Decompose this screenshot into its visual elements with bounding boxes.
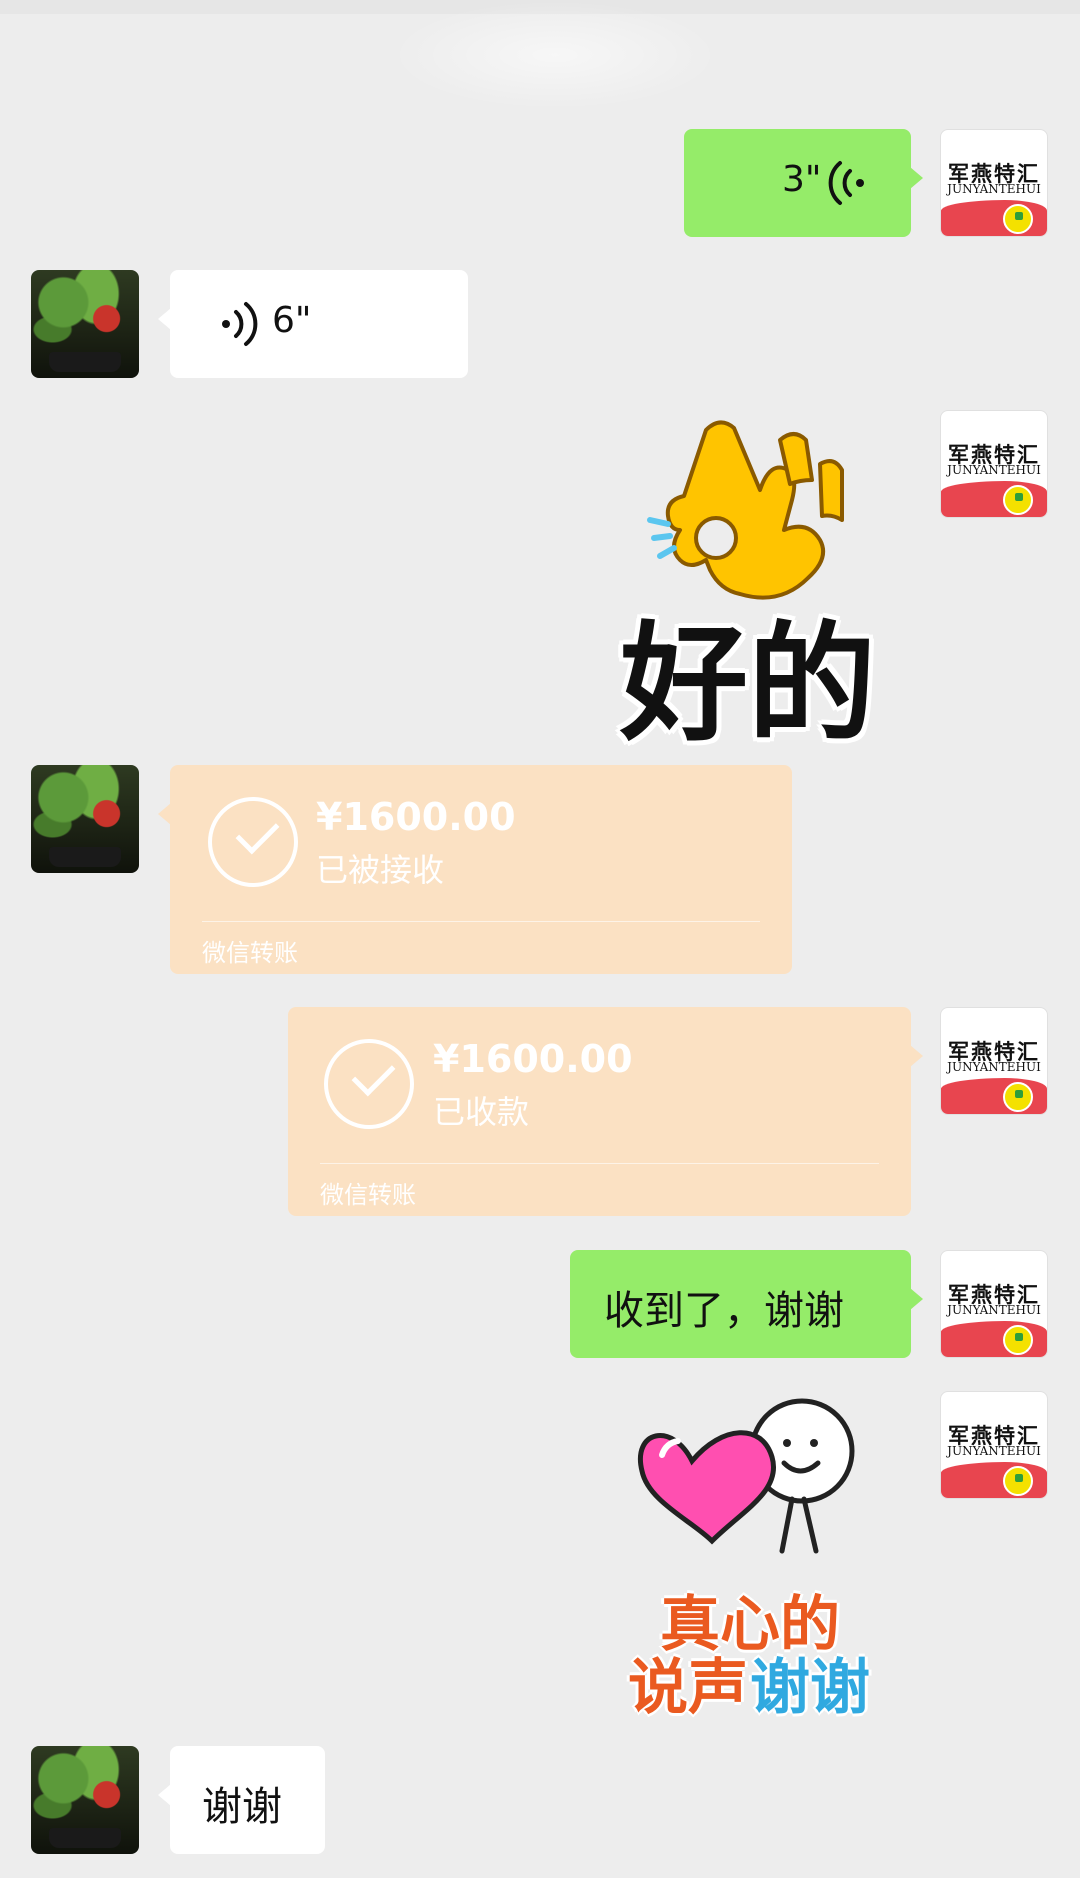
peer-avatar[interactable] [31,270,139,378]
heart-stickman-icon [638,1398,855,1554]
message-text: 收到了，谢谢 [604,1288,844,1334]
ok-hand-icon [647,420,844,600]
check-circle-icon [324,1039,414,1129]
brand-logo-badge-icon [1003,204,1033,234]
brand-logo-subtext: JUNYANTEHUI [947,1444,1041,1458]
transfer-card[interactable]: ¥1600.00 已收款 微信转账 [288,1007,923,1216]
apple-tree-pot [49,1828,121,1848]
sticker-caption-line2-part1: 说声 [628,1653,748,1723]
apple-tree-pot [49,847,121,867]
brand-logo-subtext: JUNYANTEHUI [947,1303,1041,1317]
transfer-label: 微信转账 [320,1181,416,1209]
peer-avatar[interactable] [31,1746,139,1854]
apple-tree-pot [49,352,121,372]
transfer-status: 已收款 [433,1093,530,1131]
my-avatar[interactable]: 军燕特汇 JUNYANTEHUI [940,1007,1048,1115]
sticker-caption: 好的 [620,610,877,759]
transfer-status: 已被接收 [316,851,445,889]
transfer-label: 微信转账 [202,939,298,967]
transfer-amount: ¥1600.00 [433,1037,633,1081]
voice-wave-icon [828,161,864,205]
transfer-amount: ¥1600.00 [316,795,516,839]
brand-logo-badge-icon [1003,1466,1033,1496]
voice-message-bubble[interactable]: 3" [684,129,923,237]
check-circle-icon [208,797,298,887]
my-avatar[interactable]: 军燕特汇 JUNYANTEHUI [940,129,1048,237]
my-avatar[interactable]: 军燕特汇 JUNYANTEHUI [940,1391,1048,1499]
my-avatar[interactable]: 军燕特汇 JUNYANTEHUI [940,1250,1048,1358]
transfer-divider [202,921,760,922]
voice-duration: 3" [782,159,822,200]
brand-logo-subtext: JUNYANTEHUI [947,182,1041,196]
voice-duration: 6" [272,300,312,341]
brand-logo-subtext: JUNYANTEHUI [947,463,1041,477]
voice-message-bubble[interactable]: 6" [158,270,468,378]
ok-hand-sticker[interactable]: 好的 [610,410,900,759]
transfer-divider [320,1163,879,1164]
text-message-bubble[interactable]: 收到了，谢谢 [570,1250,923,1358]
blurred-header-area [390,0,720,110]
text-message-bubble[interactable]: 谢谢 [158,1746,325,1854]
brand-logo-subtext: JUNYANTEHUI [947,1060,1041,1074]
brand-logo-badge-icon [1003,1325,1033,1355]
heart-thanks-sticker[interactable]: 真心的 说声 谢谢 [620,1391,890,1723]
brand-logo-badge-icon [1003,1082,1033,1112]
brand-logo-badge-icon [1003,485,1033,515]
my-avatar[interactable]: 军燕特汇 JUNYANTEHUI [940,410,1048,518]
peer-avatar[interactable] [31,765,139,873]
message-text: 谢谢 [202,1784,282,1830]
sticker-caption-line2-part2: 谢谢 [750,1653,870,1723]
voice-wave-icon [222,302,258,346]
transfer-card[interactable]: ¥1600.00 已被接收 微信转账 [158,765,792,974]
